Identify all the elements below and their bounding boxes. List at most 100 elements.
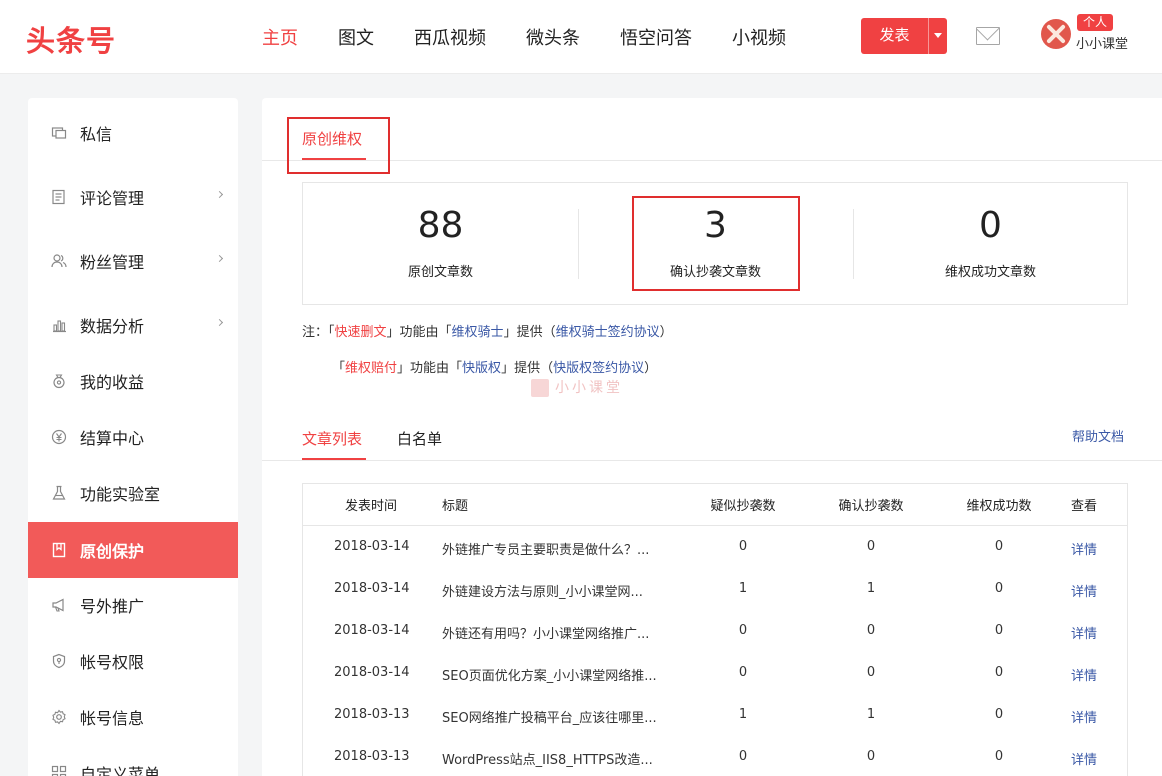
fans-icon bbox=[51, 253, 67, 269]
sidebar-item-original-protection[interactable]: 原创保护 bbox=[28, 522, 238, 578]
shield-icon bbox=[51, 653, 67, 669]
watermark-logo-icon bbox=[531, 379, 549, 397]
stat-value: 0 bbox=[853, 205, 1128, 246]
sidebar-item-account-info[interactable]: 帐号信息 bbox=[28, 689, 238, 745]
link-kuaibanquan[interactable]: 快版权 bbox=[462, 361, 501, 376]
highlight-box-confirmed bbox=[632, 196, 800, 291]
article-table: 发表时间 标题 疑似抄袭数 确认抄袭数 维权成功数 查看 2018-03-14 … bbox=[302, 483, 1128, 776]
sidebar-item-label: 功能实验室 bbox=[80, 481, 160, 505]
avatar[interactable] bbox=[1041, 19, 1071, 49]
sub-tab-divider bbox=[262, 460, 1162, 461]
main-nav: 主页 图文 西瓜视频 微头条 悟空问答 小视频 bbox=[262, 24, 826, 50]
sidebar-item-income[interactable]: 我的收益 bbox=[28, 353, 238, 409]
link-weiquan-qishi[interactable]: 维权骑士 bbox=[452, 325, 504, 340]
link-kuaibanquan-agreement[interactable]: 快版权签约协议 bbox=[553, 361, 644, 376]
sidebar-item-analytics[interactable]: 数据分析 bbox=[28, 297, 238, 353]
col-header-title: 标题 bbox=[442, 495, 670, 514]
note-quick-delete: 注：「快速删文」功能由「维权骑士」提供（维权骑士签约协议） bbox=[302, 321, 673, 340]
sidebar-item-label: 私信 bbox=[80, 121, 112, 145]
stat-value: 88 bbox=[303, 205, 578, 246]
sidebar-item-lab[interactable]: 功能实验室 bbox=[28, 465, 238, 521]
flask-icon bbox=[51, 485, 67, 501]
nav-home[interactable]: 主页 bbox=[262, 24, 298, 50]
sidebar-item-label: 评论管理 bbox=[80, 185, 144, 209]
sidebar-item-label: 数据分析 bbox=[80, 313, 144, 337]
publish-dropdown-button[interactable] bbox=[928, 18, 947, 54]
col-header-suspected: 疑似抄袭数 bbox=[683, 495, 803, 514]
sidebar: 私信 评论管理 粉丝管理 数据分析 我的收益 结算中心 bbox=[28, 98, 238, 776]
table-row: 2018-03-13 SEO网络推广投稿平台_应该往哪里... 1 1 0 详情 bbox=[303, 694, 1127, 736]
stat-rights-success: 0 维权成功文章数 bbox=[853, 183, 1128, 304]
publish-button[interactable]: 发表 bbox=[861, 18, 928, 54]
grid-icon bbox=[51, 765, 67, 776]
details-link[interactable]: 详情 bbox=[1071, 539, 1097, 558]
table-header: 发表时间 标题 疑似抄袭数 确认抄袭数 维权成功数 查看 bbox=[303, 484, 1127, 526]
help-docs-link[interactable]: 帮助文档 bbox=[1072, 426, 1124, 445]
comment-icon bbox=[51, 189, 67, 205]
account-type-badge: 个人 bbox=[1077, 14, 1113, 31]
sidebar-item-permissions[interactable]: 帐号权限 bbox=[28, 633, 238, 689]
sidebar-item-label: 结算中心 bbox=[80, 425, 144, 449]
details-link[interactable]: 详情 bbox=[1071, 581, 1097, 600]
link-rights-compensation[interactable]: 维权赔付 bbox=[345, 361, 397, 376]
details-link[interactable]: 详情 bbox=[1071, 665, 1097, 684]
details-link[interactable]: 详情 bbox=[1071, 749, 1097, 768]
note-compensation: 「维权赔付」功能由「快版权」提供（快版权签约协议） bbox=[332, 357, 657, 376]
watermark: 小小课堂 bbox=[531, 377, 623, 397]
link-qishi-agreement[interactable]: 维权骑士签约协议 bbox=[556, 325, 660, 340]
sidebar-item-label: 粉丝管理 bbox=[80, 249, 144, 273]
chevron-right-icon bbox=[216, 319, 223, 326]
sidebar-item-label: 帐号信息 bbox=[80, 705, 144, 729]
sidebar-item-label: 号外推广 bbox=[80, 593, 144, 617]
toutiao-logo[interactable]: 头条号 bbox=[26, 18, 116, 60]
sidebar-item-messages[interactable]: 私信 bbox=[28, 105, 238, 161]
table-row: 2018-03-14 外链建设方法与原则_小小课堂网... 1 1 0 详情 bbox=[303, 568, 1127, 610]
nav-short-video[interactable]: 小视频 bbox=[732, 24, 786, 50]
table-row: 2018-03-14 SEO页面优化方案_小小课堂网络推... 0 0 0 详情 bbox=[303, 652, 1127, 694]
stat-label: 原创文章数 bbox=[303, 261, 578, 280]
stat-original-articles: 88 原创文章数 bbox=[303, 183, 578, 304]
nav-xigua-video[interactable]: 西瓜视频 bbox=[414, 24, 486, 50]
sidebar-item-label: 帐号权限 bbox=[80, 649, 144, 673]
chart-icon bbox=[51, 317, 67, 333]
message-icon bbox=[51, 125, 67, 141]
sidebar-item-promotion[interactable]: 号外推广 bbox=[28, 577, 238, 633]
table-row: 2018-03-13 WordPress站点_IIS8_HTTPS改造... 0… bbox=[303, 736, 1127, 776]
sidebar-item-label: 自定义菜单 bbox=[80, 761, 160, 776]
sidebar-item-custom-menu[interactable]: 自定义菜单 bbox=[28, 745, 238, 776]
top-header: 头条号 主页 图文 西瓜视频 微头条 悟空问答 小视频 发表 个人 小小课堂 bbox=[0, 0, 1162, 74]
publish-button-group: 发表 bbox=[861, 18, 947, 54]
sidebar-item-comments[interactable]: 评论管理 bbox=[28, 169, 238, 225]
nav-weitoutiao[interactable]: 微头条 bbox=[526, 24, 580, 50]
username[interactable]: 小小课堂 bbox=[1076, 33, 1128, 52]
gear-icon bbox=[51, 709, 67, 725]
chevron-right-icon bbox=[216, 191, 223, 198]
sidebar-item-settlement[interactable]: 结算中心 bbox=[28, 409, 238, 465]
tab-article-list[interactable]: 文章列表 bbox=[302, 428, 362, 449]
col-header-date: 发表时间 bbox=[345, 495, 397, 514]
details-link[interactable]: 详情 bbox=[1071, 623, 1097, 642]
tab-whitelist[interactable]: 白名单 bbox=[397, 428, 442, 449]
highlight-box-tab bbox=[287, 117, 390, 174]
table-row: 2018-03-14 外链还有用吗？小小课堂网络推广... 0 0 0 详情 bbox=[303, 610, 1127, 652]
link-quick-delete[interactable]: 快速删文 bbox=[335, 325, 387, 340]
sidebar-item-fans[interactable]: 粉丝管理 bbox=[28, 233, 238, 289]
megaphone-icon bbox=[51, 597, 67, 613]
nav-wukong-qa[interactable]: 悟空问答 bbox=[620, 24, 692, 50]
nav-article[interactable]: 图文 bbox=[338, 24, 374, 50]
sidebar-item-label: 我的收益 bbox=[80, 369, 144, 393]
details-link[interactable]: 详情 bbox=[1071, 707, 1097, 726]
chevron-down-icon bbox=[934, 33, 942, 38]
table-row: 2018-03-14 外链推广专员主要职责是做什么？... 0 0 0 详情 bbox=[303, 526, 1127, 568]
stat-label: 维权成功文章数 bbox=[853, 261, 1128, 280]
bookmark-icon bbox=[51, 542, 67, 558]
chevron-right-icon bbox=[216, 255, 223, 262]
col-header-view: 查看 bbox=[1071, 495, 1097, 514]
sidebar-item-label: 原创保护 bbox=[80, 538, 144, 562]
col-header-confirmed: 确认抄袭数 bbox=[811, 495, 931, 514]
mail-icon[interactable] bbox=[976, 27, 1000, 45]
tab-divider bbox=[262, 160, 1162, 161]
col-header-success: 维权成功数 bbox=[939, 495, 1059, 514]
income-icon bbox=[51, 373, 67, 389]
settlement-icon bbox=[51, 429, 67, 445]
